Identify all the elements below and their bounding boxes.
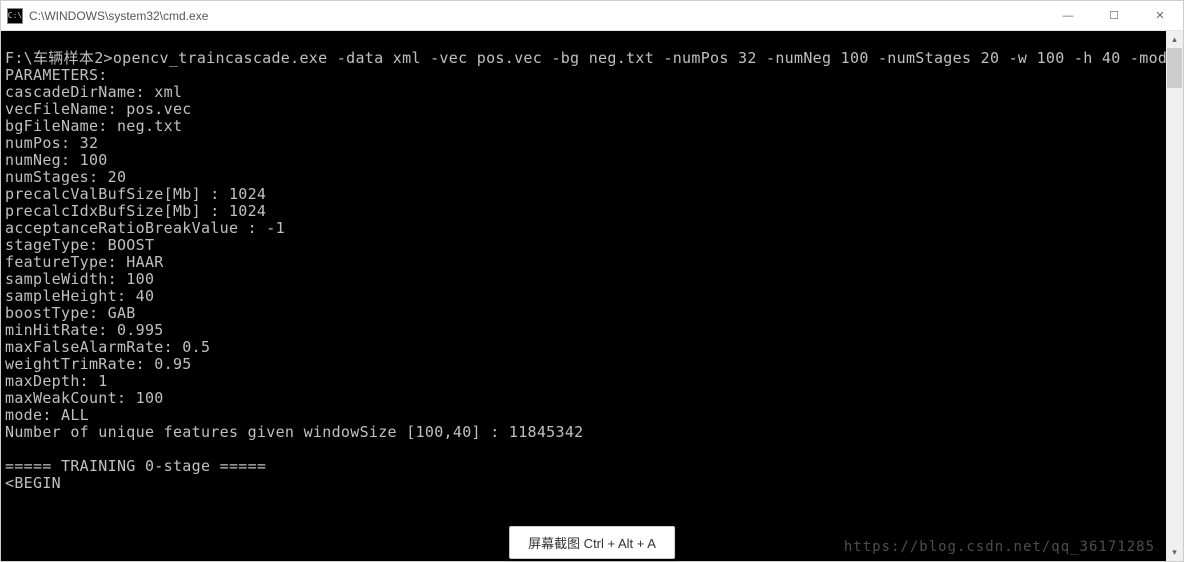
terminal-line: numNeg: 100 [5, 151, 108, 169]
terminal-line: PARAMETERS: [5, 66, 108, 84]
terminal-line: sampleHeight: 40 [5, 287, 154, 305]
terminal-line: bgFileName: neg.txt [5, 117, 182, 135]
terminal-container: F:\车辆样本2>opencv_traincascade.exe -data x… [1, 31, 1183, 561]
terminal-line: stageType: BOOST [5, 236, 154, 254]
close-button[interactable]: ✕ [1137, 1, 1183, 30]
terminal-line: numPos: 32 [5, 134, 98, 152]
scroll-up-arrow-icon[interactable]: ▴ [1166, 31, 1183, 48]
terminal-line: precalcIdxBufSize[Mb] : 1024 [5, 202, 266, 220]
maximize-button[interactable]: ☐ [1091, 1, 1137, 30]
window-title: C:\WINDOWS\system32\cmd.exe [29, 9, 1045, 23]
terminal-line: maxDepth: 1 [5, 372, 108, 390]
terminal-line: sampleWidth: 100 [5, 270, 154, 288]
screenshot-tooltip: 屏幕截图 Ctrl + Alt + A [509, 526, 675, 559]
window-controls: — ☐ ✕ [1045, 1, 1183, 30]
titlebar[interactable]: C:\ C:\WINDOWS\system32\cmd.exe — ☐ ✕ [1, 1, 1183, 31]
terminal-prompt-line: F:\车辆样本2>opencv_traincascade.exe -data x… [5, 49, 1166, 67]
minimize-button[interactable]: — [1045, 1, 1091, 30]
terminal-line: maxWeakCount: 100 [5, 389, 164, 407]
terminal-line: minHitRate: 0.995 [5, 321, 164, 339]
terminal-line: numStages: 20 [5, 168, 126, 186]
terminal-line: Number of unique features given windowSi… [5, 423, 584, 441]
terminal-line: <BEGIN [5, 474, 61, 492]
terminal-line: boostType: GAB [5, 304, 136, 322]
scroll-down-arrow-icon[interactable]: ▾ [1166, 544, 1183, 561]
cmd-icon: C:\ [7, 8, 23, 24]
scroll-thumb[interactable] [1167, 48, 1182, 88]
terminal-line: mode: ALL [5, 406, 89, 424]
cmd-window: C:\ C:\WINDOWS\system32\cmd.exe — ☐ ✕ F:… [0, 0, 1184, 562]
terminal-line: ===== TRAINING 0-stage ===== [5, 457, 266, 475]
terminal-line: cascadeDirName: xml [5, 83, 182, 101]
terminal-line: featureType: HAAR [5, 253, 164, 271]
watermark-text: https://blog.csdn.net/qq_36171285 [844, 539, 1155, 555]
vertical-scrollbar[interactable]: ▴ ▾ [1166, 31, 1183, 561]
terminal-line: weightTrimRate: 0.95 [5, 355, 192, 373]
terminal-output[interactable]: F:\车辆样本2>opencv_traincascade.exe -data x… [1, 31, 1166, 561]
terminal-line: precalcValBufSize[Mb] : 1024 [5, 185, 266, 203]
terminal-line: vecFileName: pos.vec [5, 100, 192, 118]
terminal-line: maxFalseAlarmRate: 0.5 [5, 338, 210, 356]
terminal-line: acceptanceRatioBreakValue : -1 [5, 219, 285, 237]
